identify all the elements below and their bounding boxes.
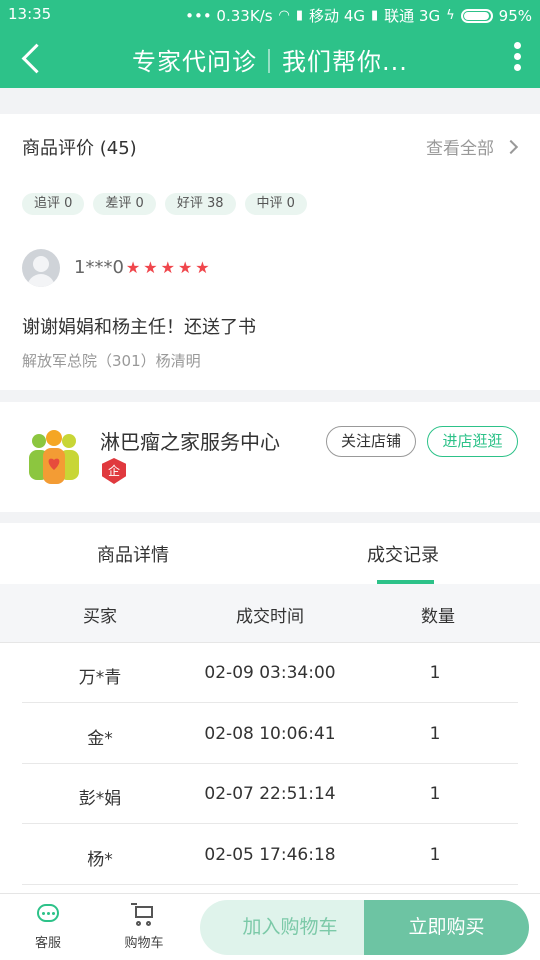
battery-level: 95% (498, 6, 532, 25)
time-cell: 02-09 03:34:00 (204, 663, 336, 683)
page-title: 专家代问诊｜我们帮你... (132, 48, 408, 76)
carrier-2: 联通 3G (384, 7, 441, 25)
wifi-icon: ◠ (278, 8, 290, 23)
buyer-cell: 金* (87, 729, 113, 749)
review-text: 谢谢娟娟和杨主任！还送了书 (22, 317, 256, 338)
table-row: 金* 02-08 10:06:41 1 (0, 704, 540, 764)
review-filter-tags: 追评 0 差评 0 好评 38 中评 0 (22, 193, 307, 215)
review-section-title: 商品评价 (45) (22, 138, 137, 159)
cart-label: 购物车 (124, 936, 164, 951)
buyer-cell: 杨* (87, 850, 113, 870)
table-row: 彭*娟 02-07 22:51:14 1 (0, 764, 540, 824)
review-tag-positive[interactable]: 好评 38 (164, 193, 236, 215)
time-cell: 02-07 22:51:14 (204, 784, 336, 804)
time-cell: 02-08 10:06:41 (204, 724, 336, 744)
shop-name: 淋巴瘤之家服务中心 (100, 430, 280, 454)
tab-product-detail[interactable]: 商品详情 (97, 541, 169, 567)
row-divider (22, 823, 518, 824)
column-header-quantity: 数量 (421, 607, 455, 627)
column-header-buyer: 买家 (83, 607, 117, 627)
review-meta: 解放军总院（301）杨清明 (22, 352, 201, 370)
review-tag-negative[interactable]: 差评 0 (93, 193, 156, 215)
chevron-right-icon (503, 139, 519, 154)
row-divider (22, 884, 518, 885)
shop-logo (29, 430, 79, 484)
chat-icon (35, 902, 61, 928)
network-speed: ••• 0.33K/s (185, 6, 273, 25)
cart-button[interactable]: 购物车 (114, 902, 174, 951)
shop-section: 淋巴瘤之家服务中心 企 关注店铺 进店逛逛 (0, 402, 540, 512)
avatar (22, 249, 60, 287)
cart-icon (131, 902, 157, 928)
status-bar: 13:35 ••• 0.33K/s ◠ ▮ 移动 4G ▮ 联通 3G ϟ 95… (0, 0, 540, 28)
customer-service-label: 客服 (34, 936, 61, 951)
quantity-cell: 1 (429, 724, 441, 744)
time-cell: 02-05 17:46:18 (204, 845, 336, 865)
view-all-reviews-link[interactable]: 查看全部 (426, 134, 519, 159)
charging-icon: ϟ (446, 8, 455, 23)
review-tag-followup[interactable]: 追评 0 (22, 193, 85, 215)
battery-icon (460, 8, 493, 23)
row-divider (22, 702, 518, 703)
records-table-header: 买家 成交时间 数量 (0, 584, 540, 643)
carrier-1: 移动 4G (309, 7, 365, 25)
quantity-cell: 1 (429, 663, 441, 683)
enterprise-badge: 企 (102, 458, 126, 484)
view-all-label: 查看全部 (426, 139, 494, 159)
bottom-action-bar: 客服 购物车 加入购物车 立即购买 (0, 893, 540, 960)
table-row: 万*青 02-09 03:34:00 1 (0, 643, 540, 703)
more-menu-icon[interactable] (510, 40, 524, 76)
app-header: 专家代问诊｜我们帮你... (0, 28, 540, 88)
add-to-cart-button[interactable]: 加入购物车 (200, 900, 380, 955)
buyer-cell: 彭*娟 (78, 789, 122, 809)
review-section: 商品评价 (45) 查看全部 追评 0 差评 0 好评 38 中评 0 1***… (0, 114, 540, 390)
status-time: 13:35 (8, 5, 52, 23)
signal-icon: ▮ (370, 8, 379, 23)
rating-stars: ★★★★★ (125, 258, 213, 277)
reviewer-name: 1***0 (74, 257, 124, 278)
records-table: 万*青 02-09 03:34:00 1 金* 02-08 10:06:41 1… (0, 643, 540, 893)
buyer-cell: 万*青 (78, 668, 122, 688)
product-tabs: 商品详情 成交记录 (0, 523, 540, 584)
review-tag-neutral[interactable]: 中评 0 (244, 193, 307, 215)
table-row: 杨* 02-05 17:46:18 1 (0, 825, 540, 885)
quantity-cell: 1 (429, 845, 441, 865)
reviewer-info: 1***0 ★★★★★ (74, 257, 213, 278)
quantity-cell: 1 (429, 784, 441, 804)
tab-transaction-records[interactable]: 成交记录 (367, 541, 439, 567)
signal-icon: ▮ (295, 8, 304, 23)
follow-shop-button[interactable]: 关注店铺 (326, 426, 416, 457)
status-indicators: ••• 0.33K/s ◠ ▮ 移动 4G ▮ 联通 3G ϟ 95% (185, 5, 532, 26)
column-header-time: 成交时间 (236, 607, 304, 627)
visit-shop-button[interactable]: 进店逛逛 (427, 426, 518, 457)
buy-now-button[interactable]: 立即购买 (364, 900, 529, 955)
customer-service-button[interactable]: 客服 (18, 902, 78, 951)
